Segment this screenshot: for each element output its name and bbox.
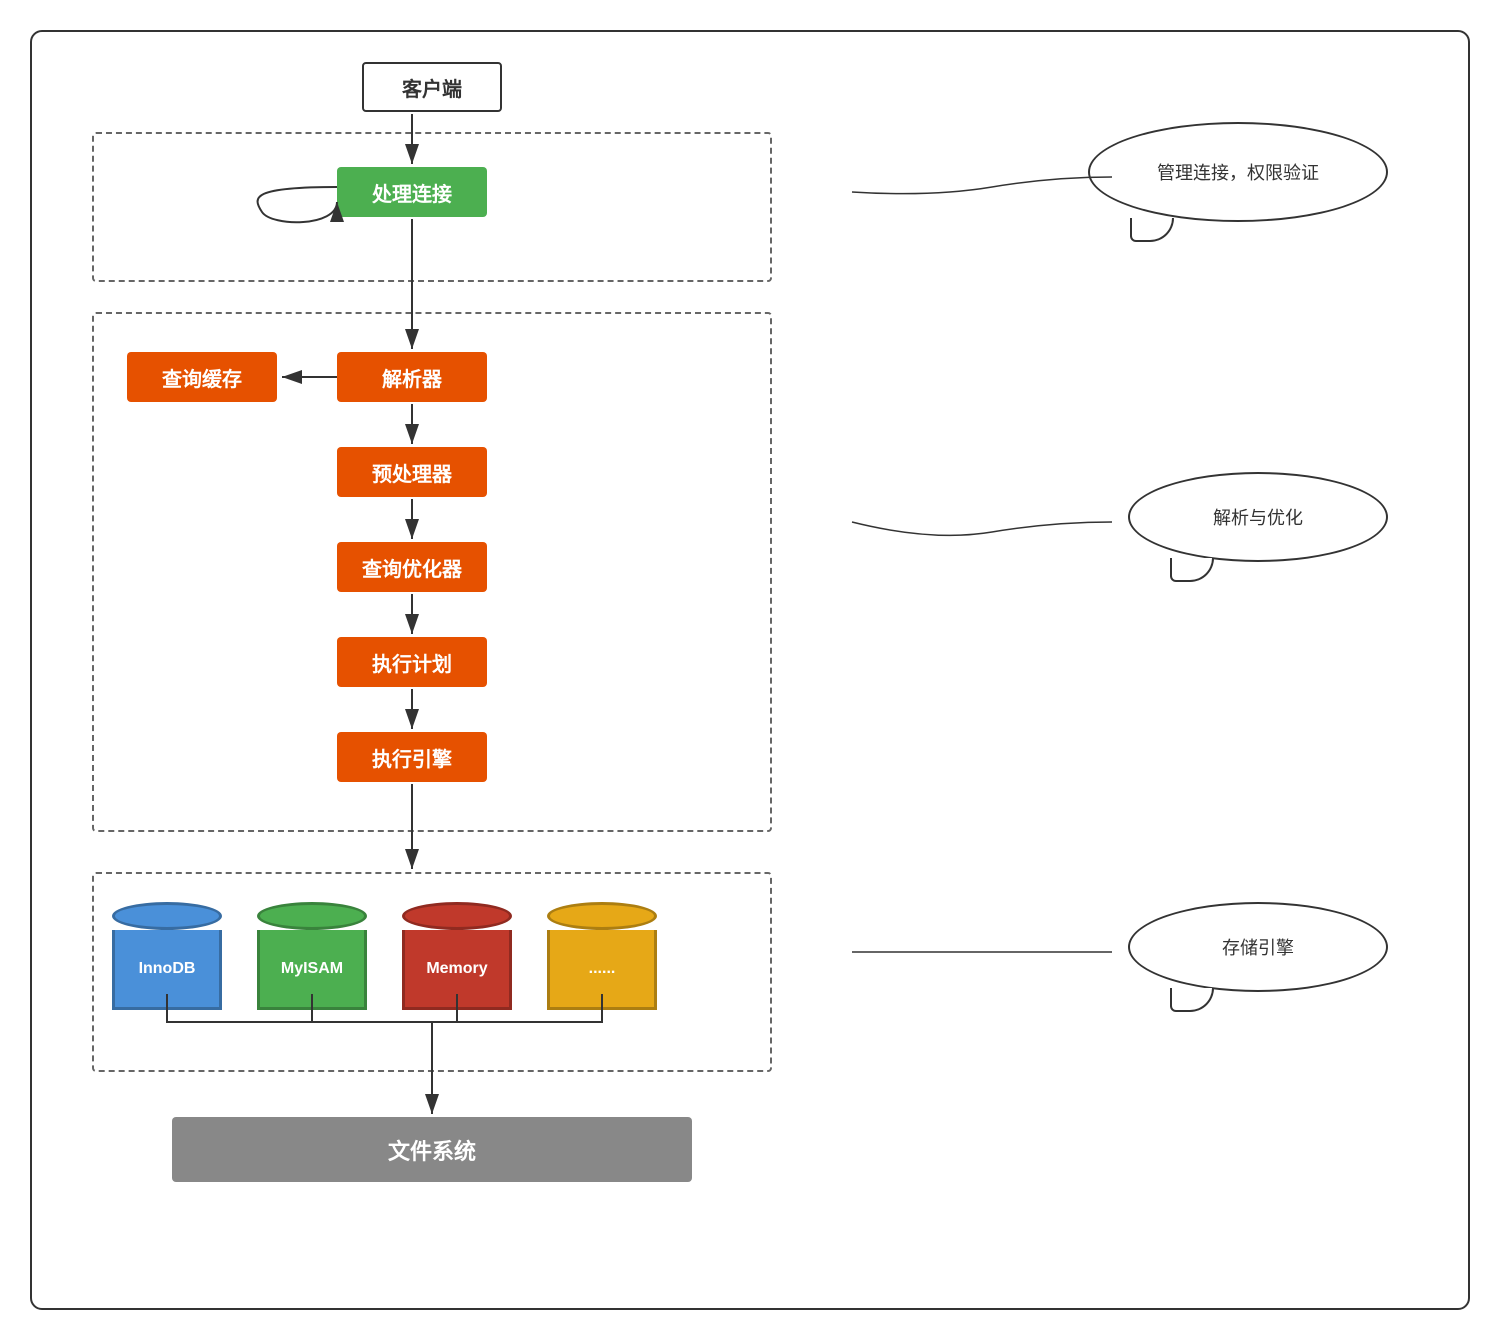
cylinder-myisam-body: MyISAM <box>257 930 367 1010</box>
cylinder-other: ...... <box>547 902 657 1010</box>
cylinder-myisam-top <box>257 902 367 930</box>
cylinder-memory-body: Memory <box>402 930 512 1010</box>
node-exec-engine: 执行引擎 <box>337 732 487 782</box>
node-optimizer: 查询优化器 <box>337 542 487 592</box>
node-filesystem: 文件系统 <box>172 1117 692 1182</box>
bubble-storage: 存储引擎 <box>1128 902 1388 992</box>
cylinder-other-top <box>547 902 657 930</box>
node-connection: 处理连接 <box>337 167 487 217</box>
cylinder-myisam: MyISAM <box>257 902 367 1010</box>
bubble-admin: 管理连接，权限验证 <box>1088 122 1388 222</box>
node-parser: 解析器 <box>337 352 487 402</box>
cylinder-other-body: ...... <box>547 930 657 1010</box>
node-exec-plan: 执行计划 <box>337 637 487 687</box>
cylinder-innodb: InnoDB <box>112 902 222 1010</box>
cylinder-memory-top <box>402 902 512 930</box>
main-diagram: 客户端 处理连接 查询缓存 解析器 预处理器 查询优化器 执行计划 执行引擎 文… <box>30 30 1470 1310</box>
cylinder-innodb-body: InnoDB <box>112 930 222 1010</box>
cylinder-innodb-top <box>112 902 222 930</box>
node-client: 客户端 <box>362 62 502 112</box>
bubble-parse: 解析与优化 <box>1128 472 1388 562</box>
node-query-cache: 查询缓存 <box>127 352 277 402</box>
node-preprocessor: 预处理器 <box>337 447 487 497</box>
cylinder-memory: Memory <box>402 902 512 1010</box>
